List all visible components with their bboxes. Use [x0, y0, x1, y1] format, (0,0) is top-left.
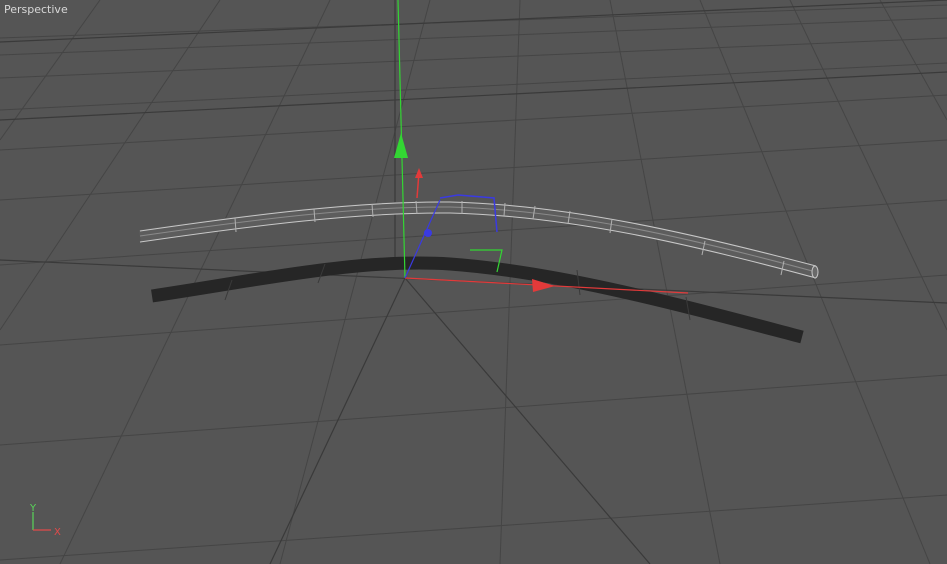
gizmo-y-arrow[interactable] [394, 133, 408, 158]
3d-viewport[interactable]: Y X Perspective [0, 0, 947, 564]
camera-view-label[interactable]: Perspective [4, 3, 68, 16]
axis-indicator: Y X [29, 503, 61, 538]
axis-indicator-x-label: X [54, 527, 61, 538]
move-gizmo[interactable] [394, 0, 689, 294]
gizmo-z-handle[interactable] [424, 229, 432, 237]
axis-indicator-y-label: Y [29, 503, 37, 514]
shadow-curve-tube[interactable] [151, 256, 804, 344]
tube-end-cap [811, 265, 819, 279]
perspective-scene[interactable]: Y X [0, 0, 947, 564]
